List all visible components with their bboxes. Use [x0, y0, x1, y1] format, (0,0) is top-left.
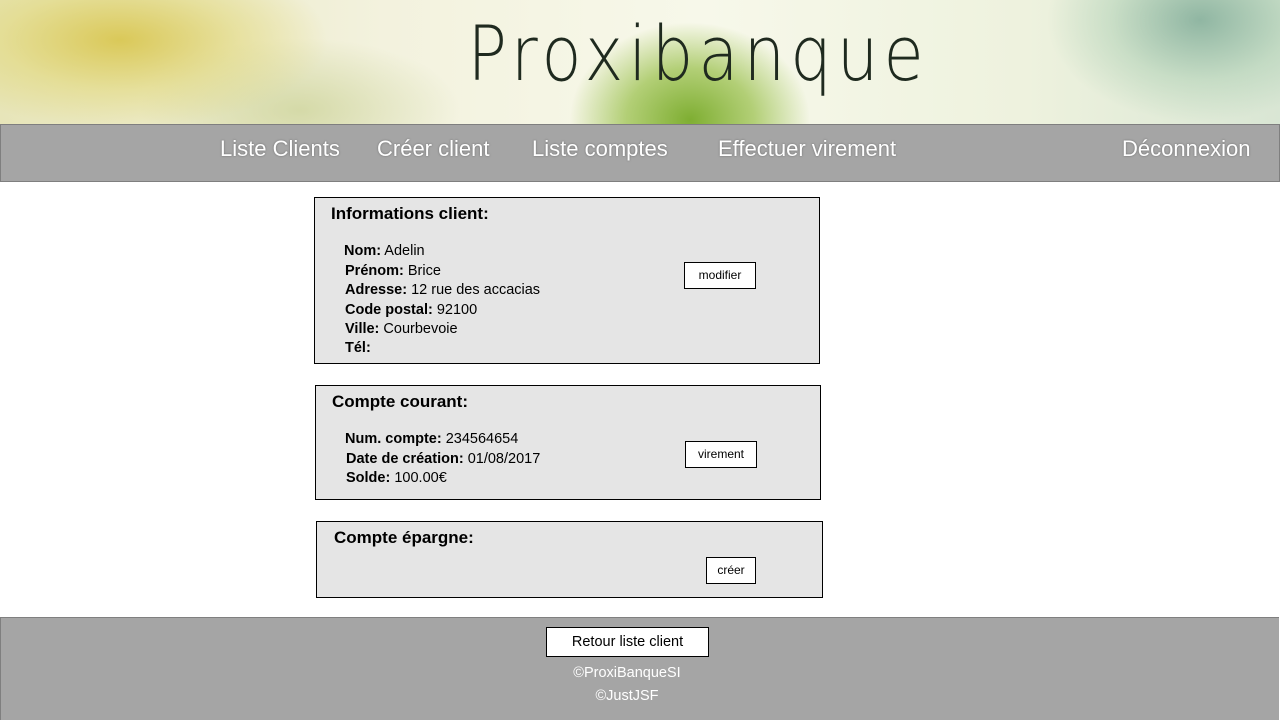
compte-epargne-panel: Compte épargne: créer [316, 521, 823, 598]
field-label: Num. compte: [345, 431, 442, 447]
client-code-postal-row: Code postal: 92100 [345, 302, 477, 318]
retour-liste-client-button[interactable]: Retour liste client [546, 627, 709, 657]
solde-row: Solde: 100.00€ [346, 470, 447, 486]
client-code-postal-value: 92100 [436, 302, 478, 318]
field-label: Solde: [346, 470, 391, 486]
num-compte-value: 234564654 [445, 431, 519, 447]
virement-button[interactable]: virement [685, 441, 757, 468]
nav-liste-comptes[interactable]: Liste comptes [532, 136, 668, 162]
nav-liste-clients[interactable]: Liste Clients [220, 136, 340, 162]
solde-value: 100.00€ [394, 470, 447, 486]
client-tel-row: Tél: [345, 340, 371, 356]
compte-courant-panel: Compte courant: Num. compte: 234564654 D… [315, 385, 821, 500]
client-info-panel: Informations client: Nom: Adelin Prénom:… [314, 197, 820, 364]
field-label: Adresse: [345, 282, 408, 298]
copyright-proxibanque: ©ProxiBanqueSI [573, 665, 681, 681]
client-nom-row: Nom: Adelin [344, 243, 425, 259]
date-creation-row: Date de création: 01/08/2017 [346, 451, 540, 467]
header-banner: Proxibanque [0, 0, 1280, 124]
client-adresse-row: Adresse: 12 rue des accacias [345, 282, 540, 298]
page: Proxibanque Liste Clients Créer client L… [0, 0, 1280, 720]
compte-courant-title: Compte courant: [332, 392, 468, 411]
creer-epargne-button[interactable]: créer [706, 557, 756, 584]
field-label: Tél: [345, 340, 371, 356]
client-prenom-value: Brice [407, 263, 441, 279]
num-compte-row: Num. compte: 234564654 [345, 431, 518, 447]
nav-deconnexion[interactable]: Déconnexion [1122, 136, 1250, 162]
field-label: Nom: [344, 243, 382, 259]
client-ville-row: Ville: Courbevoie [345, 321, 458, 337]
client-nom-value: Adelin [384, 243, 425, 259]
copyright-justjsf: ©JustJSF [595, 688, 659, 704]
modifier-button[interactable]: modifier [684, 262, 756, 289]
client-info-title: Informations client: [331, 204, 489, 223]
nav-bar: Liste Clients Créer client Liste comptes… [0, 124, 1280, 182]
field-label: Ville: [345, 321, 380, 337]
date-creation-value: 01/08/2017 [467, 451, 541, 467]
field-label: Date de création: [346, 451, 464, 467]
nav-effectuer-virement[interactable]: Effectuer virement [718, 136, 896, 162]
nav-creer-client[interactable]: Créer client [377, 136, 489, 162]
field-label: Code postal: [345, 302, 433, 318]
client-ville-value: Courbevoie [383, 321, 458, 337]
client-adresse-value: 12 rue des accacias [411, 282, 541, 298]
client-prenom-row: Prénom: Brice [345, 263, 441, 279]
field-label: Prénom: [345, 263, 404, 279]
compte-epargne-title: Compte épargne: [334, 528, 474, 547]
brand-logo-text: Proxibanque [467, 9, 929, 98]
